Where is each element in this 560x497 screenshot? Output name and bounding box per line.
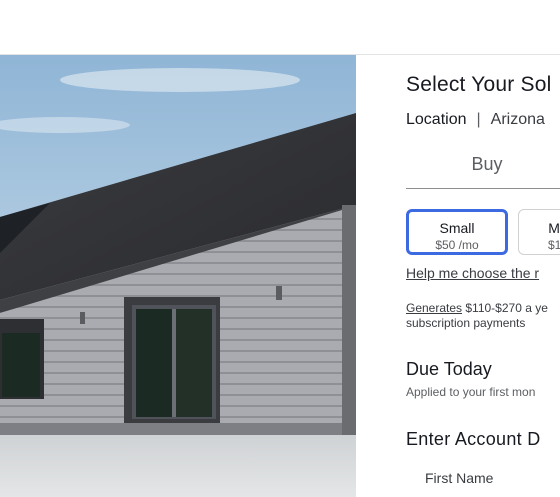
tab-divider: [406, 188, 560, 189]
location-label: Location: [406, 111, 467, 128]
first-name-label: First Name: [425, 470, 494, 486]
generates-info: Generates $110-$270 a ye subscription pa…: [406, 301, 548, 331]
top-nav-bar: [0, 0, 560, 55]
hero-house-image: [0, 55, 356, 497]
generates-link[interactable]: Generates: [406, 301, 462, 315]
help-choose-size-link[interactable]: Help me choose the r: [406, 265, 539, 281]
account-details-heading: Enter Account D: [406, 429, 541, 449]
location-value[interactable]: Arizona: [491, 111, 545, 128]
size-option-small[interactable]: Small $50 /mo: [406, 209, 508, 255]
generates-text: $110-$270 a ye: [462, 301, 548, 315]
size-option-price: $50 /mo: [435, 238, 479, 252]
location-row: Location | Arizona: [406, 111, 545, 129]
location-separator: |: [476, 111, 481, 128]
configurator-panel: Select Your Sol Location | Arizona Buy Sma…: [356, 55, 560, 497]
size-option-medium[interactable]: Me $10: [518, 209, 560, 255]
page-title: Select Your Sol: [406, 73, 552, 96]
tab-buy[interactable]: Buy: [406, 151, 560, 187]
generates-text-line2: subscription payments: [406, 316, 526, 330]
due-today-subtext: Applied to your first mon: [406, 385, 536, 399]
size-option-name: Me: [548, 220, 560, 236]
size-option-name: Small: [439, 220, 475, 236]
due-today-heading: Due Today: [406, 359, 492, 379]
size-option-price: $10: [547, 238, 560, 252]
